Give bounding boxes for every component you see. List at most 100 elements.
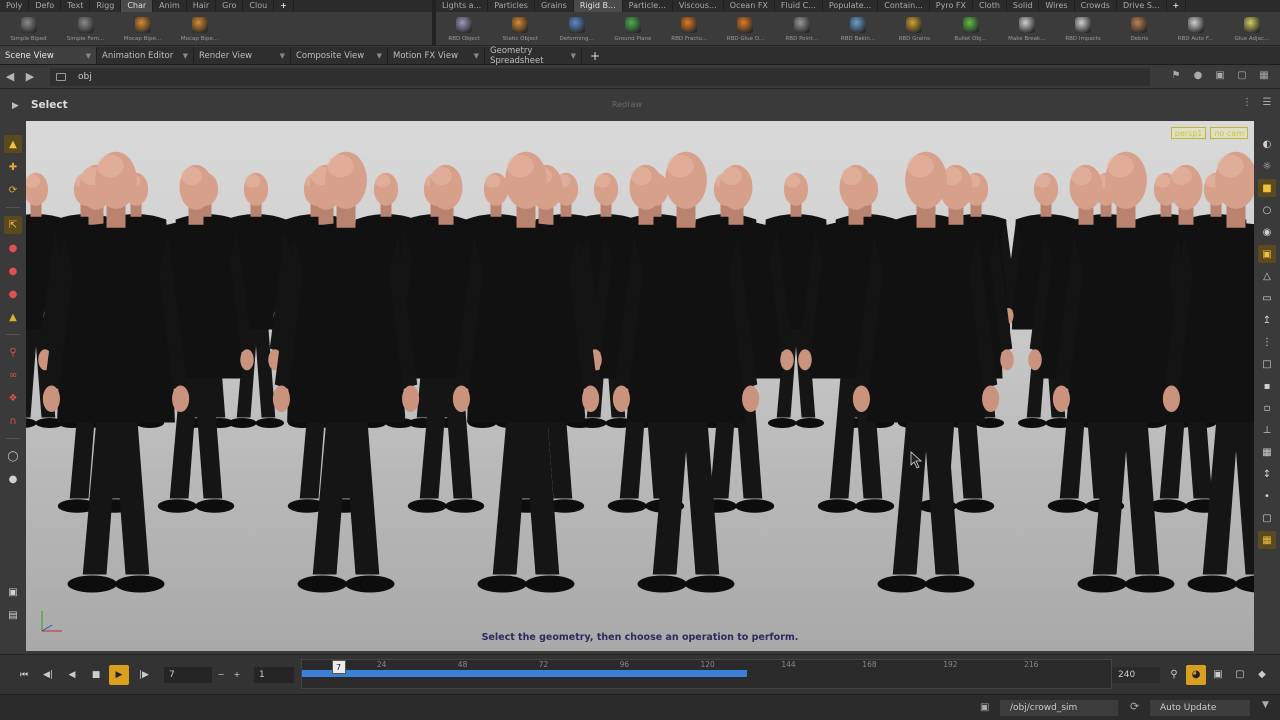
frame-up-icon[interactable]: +: [230, 665, 244, 685]
camera-chip[interactable]: no cam: [1210, 127, 1248, 139]
audio-icon[interactable]: ▢: [1230, 665, 1250, 685]
scale-tool-icon[interactable]: ●: [4, 239, 22, 257]
shelf-tool-button[interactable]: Simple Biped: [0, 11, 57, 45]
uv-icon[interactable]: ⊥: [1258, 421, 1276, 439]
search-key-icon[interactable]: ⚲: [1164, 665, 1184, 685]
background-icon[interactable]: ▦: [1258, 531, 1276, 549]
texture-icon[interactable]: ▣: [1258, 245, 1276, 263]
tab-menu-icon[interactable]: ▼: [183, 52, 188, 60]
view-tool-icon[interactable]: ●: [4, 285, 22, 303]
link-icon[interactable]: ●: [1190, 68, 1206, 84]
step-forward-icon[interactable]: |▶: [134, 665, 154, 685]
global-anim-options-icon[interactable]: ▣: [1208, 665, 1228, 685]
flipbook-icon[interactable]: ▤: [4, 606, 22, 624]
timeline-playhead[interactable]: 7: [331, 660, 346, 674]
shelf-tool-button[interactable]: RBD Fractu...: [661, 11, 717, 45]
shelf-tool-button[interactable]: Debris: [1111, 11, 1167, 45]
add-shelf-tab-icon[interactable]: +: [274, 0, 294, 12]
normals-icon[interactable]: ↥: [1258, 311, 1276, 329]
pane-tab[interactable]: Motion FX View ▼: [388, 47, 485, 64]
vertex-icon[interactable]: ▫: [1258, 399, 1276, 417]
shelf-tool-button[interactable]: RBD Bakin...: [830, 11, 886, 45]
shelf-tool-button[interactable]: RBD Object: [436, 11, 492, 45]
tab-menu-icon[interactable]: ▼: [474, 52, 479, 60]
timeline-ruler[interactable]: 7 24 48 72 96 120 144 168 192 216: [301, 659, 1112, 689]
frame-down-icon[interactable]: −: [214, 665, 228, 685]
current-frame-field[interactable]: 7: [164, 667, 212, 683]
shelf-tool-button[interactable]: Deforming...: [549, 11, 605, 45]
display-options-icon[interactable]: ☰: [1260, 97, 1274, 111]
shelf-tool-button[interactable]: RBD Glue O...: [717, 11, 773, 45]
shelf-left-tab[interactable]: Clou: [243, 0, 275, 12]
shading-icon[interactable]: ■: [1258, 179, 1276, 197]
network-path-field[interactable]: obj: [50, 67, 1150, 86]
tab-menu-icon[interactable]: ▼: [571, 52, 576, 60]
shelf-tool-button[interactable]: Make Break...: [999, 11, 1055, 45]
dot-icon[interactable]: •: [1258, 487, 1276, 505]
snap-tool-icon[interactable]: ◯: [4, 447, 22, 465]
keyframe-icon[interactable]: ◆: [1252, 665, 1272, 685]
step-back-icon[interactable]: ◀|: [38, 665, 58, 685]
pane-tab[interactable]: Composite View ▼: [291, 47, 388, 64]
end-frame-field[interactable]: 240: [1112, 667, 1160, 683]
rotate-tool-icon[interactable]: ⟳: [4, 181, 22, 199]
update-mode-select[interactable]: Auto Update: [1150, 700, 1250, 716]
grid-icon[interactable]: ▦: [1258, 443, 1276, 461]
back-arrow-icon[interactable]: ◀: [0, 67, 20, 87]
pane-tab[interactable]: Scene View ▼: [0, 47, 97, 64]
camera-chip[interactable]: persp1: [1170, 127, 1207, 139]
lasso-tool-icon[interactable]: ▲: [4, 308, 22, 326]
paint-tool-icon[interactable]: ❖: [4, 389, 22, 407]
shelf-tool-button[interactable]: RBD Point...: [774, 11, 830, 45]
brush-tool-icon[interactable]: ∞: [4, 366, 22, 384]
pane-tab[interactable]: Geometry Spreadsheet ▼: [485, 46, 582, 66]
pin-icon[interactable]: ⚑: [1168, 68, 1184, 84]
wireframe-icon[interactable]: ▭: [1258, 289, 1276, 307]
stop-icon[interactable]: ■: [86, 665, 106, 685]
display-globe-icon[interactable]: ◐: [1258, 135, 1276, 153]
measure-icon[interactable]: ↕: [1258, 465, 1276, 483]
chevron-down-icon[interactable]: ▼: [1262, 700, 1269, 710]
magnify-tool-icon[interactable]: ⚲: [4, 343, 22, 361]
refresh-icon[interactable]: ⟳: [1130, 700, 1146, 716]
snapping-icon[interactable]: ⋮: [1240, 97, 1254, 111]
prim-numbers-icon[interactable]: □: [1258, 355, 1276, 373]
speech-bubble-icon[interactable]: ▣: [980, 702, 994, 714]
realtime-toggle-icon[interactable]: ◕: [1186, 665, 1206, 685]
render-region-icon[interactable]: ▣: [4, 583, 22, 601]
tab-menu-icon[interactable]: ▼: [280, 52, 285, 60]
pane-tab[interactable]: Animation Editor ▼: [97, 47, 194, 64]
ghost-icon[interactable]: ○: [1258, 201, 1276, 219]
layout-icon[interactable]: ▣: [1212, 68, 1228, 84]
play-forward-icon[interactable]: ▶: [109, 665, 129, 685]
visibility-icon[interactable]: ◉: [1258, 223, 1276, 241]
shelf-tool-button[interactable]: Mocap Bipe...: [114, 11, 171, 45]
node-path-display[interactable]: /obj/crowd_sim: [1000, 700, 1118, 716]
select-tool-icon[interactable]: ▲: [4, 135, 22, 153]
handle-tool-icon[interactable]: ●: [4, 262, 22, 280]
shelf-tool-button[interactable]: Ground Plane: [605, 11, 661, 45]
tab-menu-icon[interactable]: ▼: [377, 52, 382, 60]
shelf-tool-button[interactable]: Bullet Obj...: [942, 11, 998, 45]
move-tool-icon[interactable]: ✚: [4, 158, 22, 176]
play-reverse-icon[interactable]: ◀: [62, 665, 82, 685]
lighting-icon[interactable]: ☼: [1258, 157, 1276, 175]
camera-tool-icon[interactable]: ●: [4, 470, 22, 488]
shelf-tool-button[interactable]: RBD Auto F...: [1167, 11, 1223, 45]
pane-tab[interactable]: Render View ▼: [194, 47, 291, 64]
add-pane-tab-icon[interactable]: +: [582, 47, 608, 64]
shelf-tool-button[interactable]: RBD Impacts: [1055, 11, 1111, 45]
point-numbers-icon[interactable]: ▪: [1258, 377, 1276, 395]
forward-arrow-icon[interactable]: ▶: [20, 67, 40, 87]
magnet-tool-icon[interactable]: ∩: [4, 412, 22, 430]
jump-start-icon[interactable]: ⏮: [14, 665, 34, 685]
shelf-tool-button[interactable]: Simple Fem...: [57, 11, 114, 45]
pane-menu-icon[interactable]: ▦: [1256, 68, 1272, 84]
scene-viewport[interactable]: persp1 no cam Select the geometry, then …: [26, 121, 1254, 651]
points-icon[interactable]: ⋮: [1258, 333, 1276, 351]
shelf-tool-button[interactable]: RBD Grains: [886, 11, 942, 45]
bounding-box-icon[interactable]: ▢: [1258, 509, 1276, 527]
maximize-icon[interactable]: ▢: [1234, 68, 1250, 84]
geometry-icon[interactable]: △: [1258, 267, 1276, 285]
shelf-tool-button[interactable]: Mocap Bipe...: [171, 11, 228, 45]
